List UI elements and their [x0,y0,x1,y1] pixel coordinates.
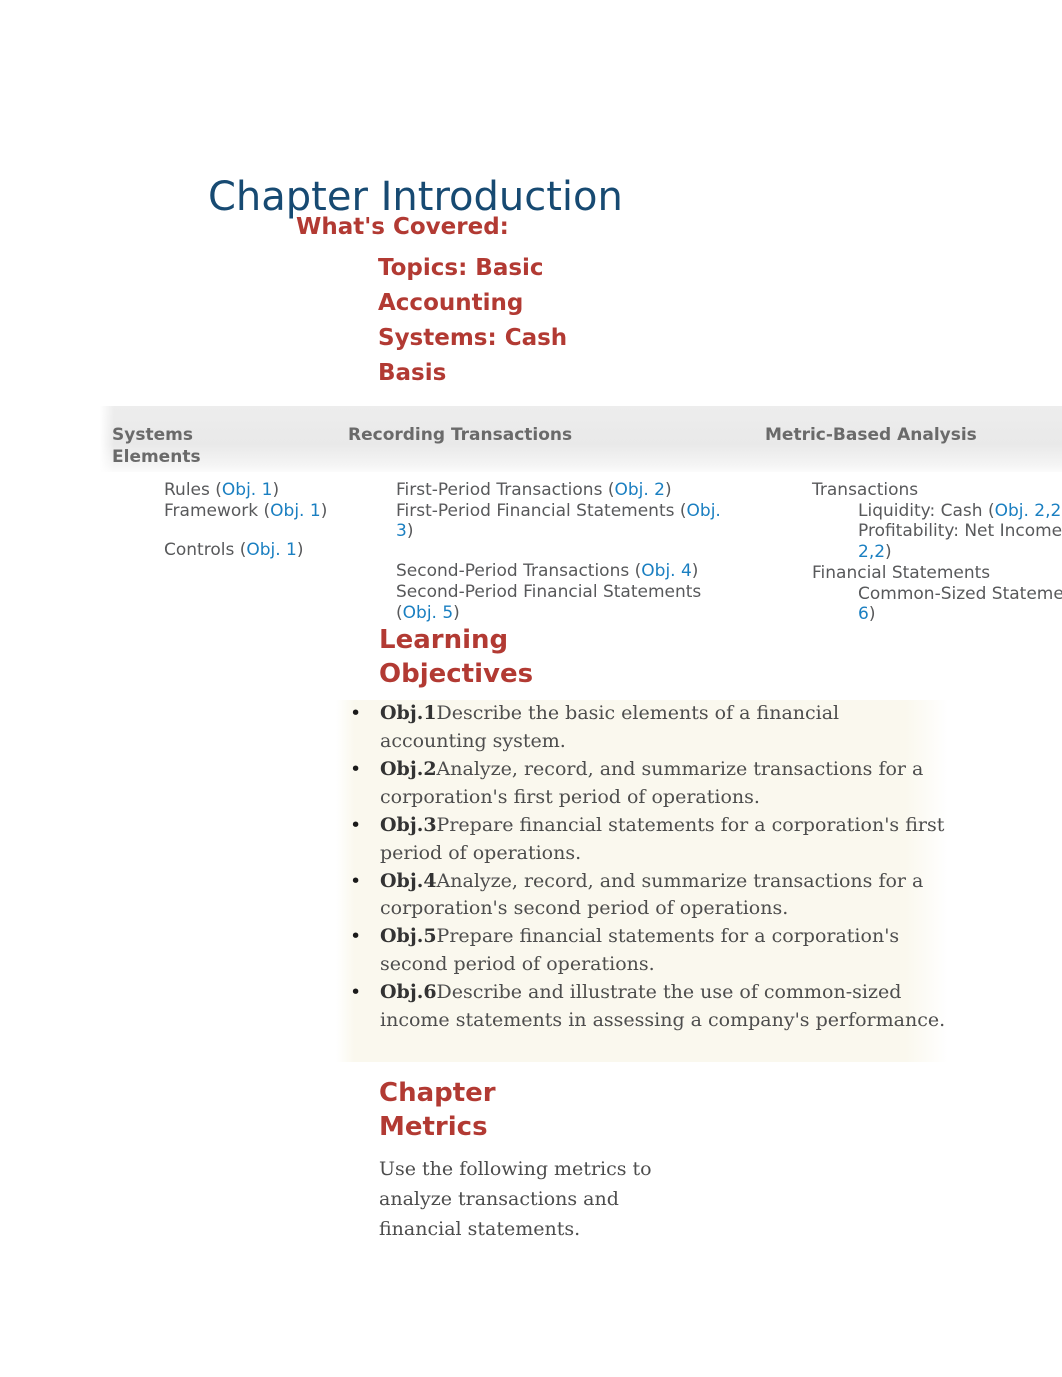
bullet-icon: • [350,813,362,836]
learning-objective-item: • Obj.2Analyze, record, and summarize tra… [336,756,948,812]
table-entry: Rules (Obj. 1) [164,480,280,500]
table-body-row: Rules (Obj. 1) Framework (Obj. 1) Controls… [100,472,1062,624]
table-entry: Common-Sized Statements (Obj. 6) [858,583,1062,625]
table-header-systems-elements: Systems Elements [112,425,201,468]
topics-table: Systems Elements Recording Transactions … [100,406,1062,624]
table-cell-systems-elements: Rules (Obj. 1) Framework (Obj. 1) Controls… [100,480,332,561]
table-entry: Liquidity: Cash (Obj. 2,2) [858,500,1062,521]
objective-label: Obj.6 [380,981,437,1004]
table-entry: Second-Period Financial Statements (Obj.… [396,581,702,623]
whats-covered-block: What's Covered: Topics: Basic Accounting… [296,212,716,391]
learning-objectives-panel: • Obj.1Describe the basic elements of a f… [336,700,948,1062]
table-entry: Framework (Obj. 1) [164,500,328,521]
objective-label: Obj.1 [380,702,437,724]
table-entry: First-Period Financial Statements (Obj. … [396,500,721,542]
objective-text: Prepare financial statements for a corpo… [380,813,945,864]
table-entry: Second-Period Transactions (Obj. 4) [396,561,699,582]
learning-objective-item: • Obj.1Describe the basic elements of a f… [336,700,948,756]
table-entry: First-Period Transactions (Obj. 2) [396,480,672,500]
objective-text: Analyze, record, and summarize transacti… [380,869,924,920]
table-cell-metric-based-analysis: TransactionsLiquidity: Cash (Obj. 2,2)Pr… [748,480,1062,625]
bullet-icon: • [350,981,362,1004]
learning-objectives-list: • Obj.1Describe the basic elements of a f… [336,700,948,1035]
objective-text: Prepare financial statements for a corpo… [380,925,900,976]
table-header-row: Systems Elements Recording Transactions … [100,406,1062,472]
document-page: Chapter Introduction What's Covered: Top… [0,0,1062,1377]
learning-objective-item: • Obj.5Prepare financial statements for a… [336,923,948,979]
bullet-icon: • [350,925,362,948]
learning-objective-item: • Obj.6Describe and illustrate the use of… [336,979,948,1035]
table-entry: Controls (Obj. 1) [164,540,304,561]
table-entry: Financial Statements [812,562,991,583]
table-cell-recording-transactions: First-Period Transactions (Obj. 2) First-… [332,480,724,623]
bullet-icon: • [350,702,362,724]
bullet-icon: • [350,757,362,780]
table-header-metric-based-analysis: Metric-Based Analysis [765,425,977,445]
objective-text: Describe and illustrate the use of commo… [380,981,946,1032]
learning-objectives-heading: Learning Objectives [379,625,534,689]
objective-label: Obj.5 [380,925,437,948]
objective-label: Obj.3 [380,813,437,836]
learning-objective-item: • Obj.3Prepare financial statements for a… [336,812,948,868]
table-header-recording-transactions: Recording Transactions [348,425,573,445]
objective-text: Analyze, record, and summarize transacti… [380,757,924,808]
table-entry: Transactions [812,480,919,500]
objective-text: Describe the basic elements of a financi… [380,702,840,752]
whats-covered-heading: What's Covered: [296,214,509,240]
objective-label: Obj.2 [380,757,437,780]
objective-label: Obj.4 [380,869,437,892]
chapter-metrics-body: Use the following metrics to analyze tra… [379,1158,652,1241]
whats-covered-subheading: Topics: Basic Accounting Systems: Cash B… [378,255,568,386]
table-entry: Profitability: Net Income (Obj. 2,2) [858,521,1062,563]
learning-objective-item: • Obj.4Analyze, record, and summarize tra… [336,868,948,924]
chapter-metrics-heading: Chapter Metrics [379,1078,496,1143]
bullet-icon: • [350,869,362,892]
